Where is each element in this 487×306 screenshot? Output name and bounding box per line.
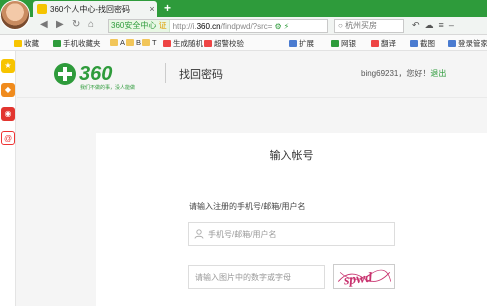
captcha-input[interactable] [195,272,324,282]
folder-icon [126,39,134,46]
user-icon [194,229,204,239]
certificate-badge: 证 [158,21,167,30]
toolbar-icons: ↶☁≡– [412,20,459,31]
refresh-icon[interactable]: ↻ [72,19,80,30]
phone-icon [53,40,61,47]
username: bing69231 [361,69,399,78]
site-header: 360 我们不做的事，没人能做 找回密码 bing69231，您好！退出 [17,51,487,98]
lightning-icon[interactable]: ⚡ [284,22,290,31]
logo-360[interactable]: 360 我们不做的事，没人能做 [53,58,183,94]
bookmark-4[interactable]: T [142,38,157,47]
bookmark-label: 生成随机 [173,39,203,48]
star-icon [14,40,22,47]
tab-close-icon[interactable]: × [147,4,157,14]
bookmark-0[interactable]: 收藏 [14,38,39,49]
logout-link[interactable]: 退出 [430,69,446,78]
favorites-star-icon[interactable]: ★ [1,59,15,73]
bookmark-1[interactable]: 手机收藏夹 [53,38,101,49]
security-shield-icon[interactable]: ⚙ [274,22,281,31]
folder-icon [110,39,118,46]
user-info: bing69231，您好！退出 [361,68,446,79]
back-icon[interactable]: ◀ [40,19,48,30]
bookmark-5[interactable]: 生成随机 [163,38,203,49]
bookmark-label: 扩展 [299,39,314,48]
bookmark-7[interactable]: 扩展 [289,38,314,49]
step-title: 输入帐号 [269,150,314,162]
account-field[interactable] [188,222,395,246]
bookmark-10[interactable]: 截图 [410,38,435,49]
home-icon[interactable]: ⌂ [88,19,94,30]
site-favicon-icon [37,4,47,14]
bookmark-label: T [152,38,157,47]
bookmarks-bar: 收藏 手机收藏夹 A B T 生成随机 超警校验 扩展 网银 翻译 截图 登录管家 [0,35,487,51]
mail-icon[interactable]: @ [1,131,15,145]
login-icon [448,40,456,47]
bookmark-label: 网银 [341,39,356,48]
find-password-card: 输入帐号 请输入注册的手机号/邮箱/用户名 spwd [96,133,487,306]
captcha-text: spwd [342,269,374,287]
undo-icon[interactable]: ↶ [412,20,425,30]
greeting: ，您好！ [398,69,431,78]
bookmark-label: B [136,38,142,47]
logo-slogan: 我们不做的事，没人能做 [80,84,135,91]
bookmark-label: 截图 [420,39,435,48]
bookmark-2[interactable]: A [110,38,125,47]
page-icon [163,40,171,47]
bookmark-6[interactable]: 超警校验 [204,38,244,49]
address-bar: ◀ ▶ ↻ ⌂ 360安全中心 证 http://i.360.cn/findpw… [0,17,487,35]
search-input[interactable]: ○ 杭州买房 [334,19,404,33]
screenshot-icon [410,40,418,47]
translate-icon [371,40,379,47]
news-icon[interactable]: ◆ [1,83,15,97]
menu-icon[interactable]: ≡ [439,20,449,30]
new-tab-button[interactable]: + [164,1,171,15]
browser-tab-active[interactable]: 360个人中心-找回密码 × [33,1,157,17]
header-divider [165,63,166,83]
captcha-image[interactable]: spwd [333,264,395,289]
page-icon [204,40,212,47]
extension-icon [289,40,297,47]
forward-icon[interactable]: ▶ [56,19,64,30]
tab-title: 360个人中心-找回密码 [50,4,131,14]
url-box[interactable]: 360安全中心 证 http://i.360.cn/findpwd/?src= … [108,19,328,33]
account-prompt: 请输入注册的手机号/邮箱/用户名 [189,202,306,211]
page-title: 找回密码 [179,69,223,81]
bookmark-label: 登录管家 [458,39,487,48]
minimize-icon[interactable]: – [449,20,459,30]
security-badge[interactable]: 360安全中心 证 [109,20,170,32]
account-input[interactable] [208,229,388,239]
bookmark-8[interactable]: 网银 [331,38,356,49]
bank-icon [331,40,339,47]
bookmark-label: 翻译 [381,39,396,48]
url-text[interactable]: http://i.360.cn/findpwd/?src= [170,22,273,31]
user-avatar[interactable] [0,0,30,30]
cloud-icon[interactable]: ☁ [425,20,439,30]
bookmark-label: A [120,38,126,47]
weibo-icon[interactable]: ◉ [1,107,15,121]
side-dock: ★ ◆ ◉ @ [0,51,16,306]
logo-text: 360 [79,63,112,85]
page-content: 360 我们不做的事，没人能做 找回密码 bing69231，您好！退出 输入帐… [17,51,487,306]
folder-icon [142,39,150,46]
bookmark-label: 手机收藏夹 [63,39,101,48]
bookmark-label: 超警校验 [214,39,244,48]
bookmark-9[interactable]: 翻译 [371,38,396,49]
captcha-field[interactable] [188,265,325,289]
bookmark-3[interactable]: B [126,38,141,47]
bookmark-11[interactable]: 登录管家 [448,38,487,49]
bookmark-label: 收藏 [24,39,39,48]
